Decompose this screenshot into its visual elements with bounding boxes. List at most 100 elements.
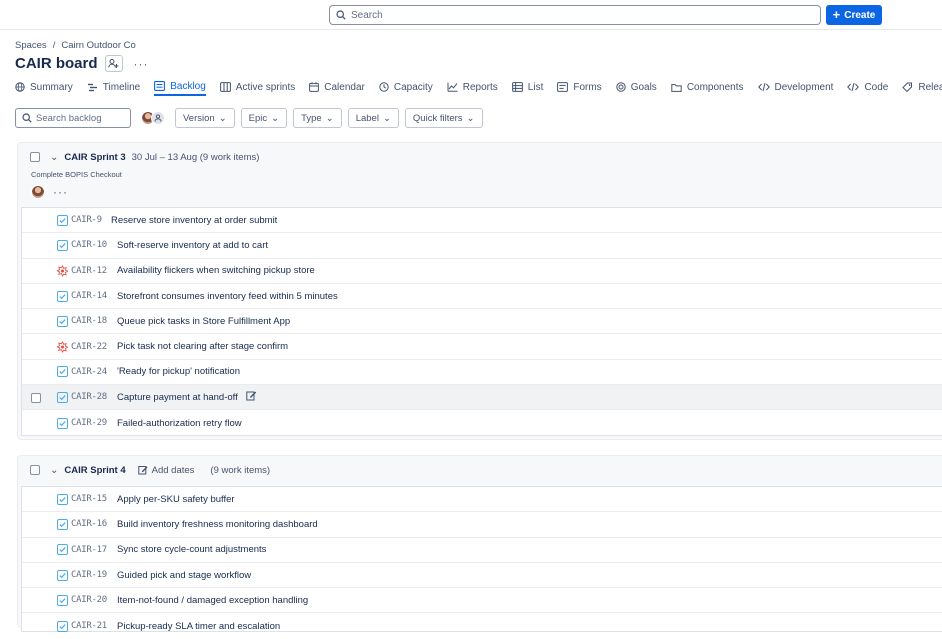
issue-summary[interactable]: 'Ready for pickup' notification [117, 366, 240, 377]
search-icon [22, 113, 32, 123]
avatar[interactable] [31, 185, 45, 199]
list-item[interactable]: CAIR-24 'Ready for pickup' notification [22, 360, 942, 386]
tab-label: Backlog [170, 80, 206, 92]
assignee-filter[interactable] [141, 111, 165, 125]
issue-key[interactable]: CAIR-20 [71, 595, 107, 605]
tab-development[interactable]: Development [757, 78, 833, 96]
tab-list[interactable]: List [511, 78, 543, 96]
code-icon [847, 82, 860, 92]
breadcrumb-spaces[interactable]: Spaces [15, 40, 47, 51]
issue-summary[interactable]: Queue pick tasks in Store Fulfillment Ap… [117, 316, 290, 327]
issue-summary[interactable]: Soft-reserve inventory at add to cart [117, 240, 268, 251]
issue-key[interactable]: CAIR-22 [71, 342, 107, 352]
tab-capacity[interactable]: Capacity [379, 78, 433, 96]
issue-key[interactable]: CAIR-24 [71, 367, 107, 377]
sprint-header[interactable]: ⌄ CAIR Sprint 4 Add dates (9 work items) [18, 456, 942, 484]
version-filter-button[interactable]: Version ⌄ [175, 108, 235, 128]
breadcrumb-project[interactable]: Cairn Outdoor Co [61, 40, 135, 51]
global-search-input[interactable]: Search [329, 5, 821, 25]
issue-summary[interactable]: Item-not-found / damaged exception handl… [117, 595, 308, 606]
issue-summary[interactable]: Apply per-SKU safety buffer [117, 494, 235, 505]
edit-icon[interactable] [246, 390, 257, 404]
type-filter-button[interactable]: Type ⌄ [293, 108, 342, 128]
label-filter-button[interactable]: Label ⌄ [347, 108, 399, 128]
more-actions-icon[interactable]: ··· [134, 57, 149, 71]
create-label: Create [844, 9, 876, 21]
row-checkbox[interactable] [31, 393, 41, 404]
list-item[interactable]: CAIR-9 Reserve store inventory at order s… [22, 208, 942, 234]
epic-filter-button[interactable]: Epic ⌄ [240, 108, 288, 128]
list-item[interactable]: CAIR-28 Capture payment at hand-off [22, 385, 942, 411]
tab-label: Timeline [102, 81, 141, 93]
issue-key[interactable]: CAIR-21 [71, 621, 107, 631]
tab-reports[interactable]: Reports [447, 78, 498, 96]
tab-forms[interactable]: Forms [557, 78, 602, 96]
tab-backlog[interactable]: Backlog [154, 78, 206, 96]
tab-summary[interactable]: Summary [15, 78, 73, 96]
list-item[interactable]: CAIR-15 Apply per-SKU safety buffer [22, 487, 942, 513]
tab-active-sprints[interactable]: Active sprints [219, 78, 295, 96]
task-icon [57, 518, 68, 530]
task-icon [57, 391, 68, 403]
list-item[interactable]: CAIR-20 Item-not-found / damaged exceptio… [22, 588, 942, 614]
list-item[interactable]: CAIR-21 Pickup-ready SLA timer and escala… [22, 613, 942, 638]
unassigned-avatar[interactable] [151, 111, 165, 125]
issue-summary[interactable]: Build inventory freshness monitoring das… [117, 519, 318, 530]
list-item[interactable]: CAIR-17 Sync store cycle-count adjustment… [22, 538, 942, 563]
more-actions-icon[interactable]: ··· [53, 185, 68, 199]
issue-key[interactable]: CAIR-28 [71, 392, 107, 402]
issue-summary[interactable]: Failed-authorization retry flow [117, 418, 242, 429]
tab-code[interactable]: Code [847, 78, 888, 96]
add-people-button[interactable] [104, 55, 123, 72]
issue-summary[interactable]: Storefront consumes inventory feed withi… [117, 291, 338, 302]
list-item[interactable]: CAIR-22 Pick task not clearing after stag… [22, 334, 942, 360]
list-item[interactable]: CAIR-16 Build inventory freshness monitor… [22, 512, 942, 538]
add-dates-button[interactable]: Add dates [137, 465, 194, 476]
list-item[interactable]: CAIR-19 Guided pick and stage workflow [22, 563, 942, 589]
chevron-down-icon[interactable]: ⌄ [50, 152, 58, 163]
chart-icon [447, 82, 458, 92]
issue-key[interactable]: CAIR-9 [71, 215, 102, 225]
list-icon [511, 82, 523, 92]
issue-key[interactable]: CAIR-17 [71, 545, 107, 555]
issue-summary[interactable]: Pick task not clearing after stage confi… [117, 341, 288, 352]
issue-key[interactable]: CAIR-10 [71, 240, 107, 250]
sprint-participants: ··· [31, 185, 68, 199]
tab-calendar[interactable]: Calendar [309, 78, 365, 96]
sprint-checkbox[interactable] [30, 465, 40, 475]
page-title: CAIR board [15, 55, 98, 72]
list-item[interactable]: CAIR-10 Soft-reserve inventory at add to … [22, 233, 942, 259]
list-item[interactable]: CAIR-18 Queue pick tasks in Store Fulfill… [22, 309, 942, 335]
globe-icon [15, 82, 25, 92]
issue-key[interactable]: CAIR-15 [71, 494, 107, 504]
issue-summary[interactable]: Pickup-ready SLA timer and escalation [117, 621, 280, 632]
issue-key[interactable]: CAIR-16 [71, 519, 107, 529]
issue-summary[interactable]: Guided pick and stage workflow [117, 570, 251, 581]
issue-key[interactable]: CAIR-29 [71, 418, 107, 428]
issue-summary[interactable]: Reserve store inventory at order submit [111, 215, 277, 226]
tab-goals[interactable]: Goals [615, 78, 657, 96]
create-button[interactable]: + Create [826, 5, 882, 25]
issue-key[interactable]: CAIR-14 [71, 291, 107, 301]
tab-label: Summary [30, 81, 73, 93]
issue-key[interactable]: CAIR-12 [71, 266, 107, 276]
chevron-down-icon[interactable]: ⌄ [50, 465, 58, 476]
list-item[interactable]: CAIR-12 Availability flickers when switch… [22, 259, 942, 284]
sprint-header[interactable]: ⌄ CAIR Sprint 3 30 Jul – 13 Aug (9 work … [18, 143, 942, 171]
issue-key[interactable]: CAIR-18 [71, 316, 107, 326]
backlog-search-input[interactable]: Search backlog [15, 108, 131, 128]
list-item[interactable]: CAIR-29 Failed-authorization retry flow [22, 410, 942, 435]
tab-components[interactable]: Components [671, 78, 744, 96]
issue-summary-cell: 'Ready for pickup' notification [117, 366, 240, 377]
sprint-item-count: (9 work items) [210, 464, 271, 476]
sprint-checkbox[interactable] [30, 152, 40, 162]
tab-releases[interactable]: Releases [902, 78, 942, 96]
form-icon [557, 82, 569, 92]
issue-key[interactable]: CAIR-19 [71, 570, 107, 580]
list-item[interactable]: CAIR-14 Storefront consumes inventory fee… [22, 284, 942, 310]
tab-timeline[interactable]: Timeline [87, 78, 140, 96]
issue-summary[interactable]: Availability flickers when switching pic… [117, 265, 315, 276]
quick-filters-button[interactable]: Quick filters ⌄ [404, 108, 483, 128]
issue-summary[interactable]: Sync store cycle-count adjustments [117, 544, 266, 555]
issue-summary[interactable]: Capture payment at hand-off [117, 392, 238, 403]
